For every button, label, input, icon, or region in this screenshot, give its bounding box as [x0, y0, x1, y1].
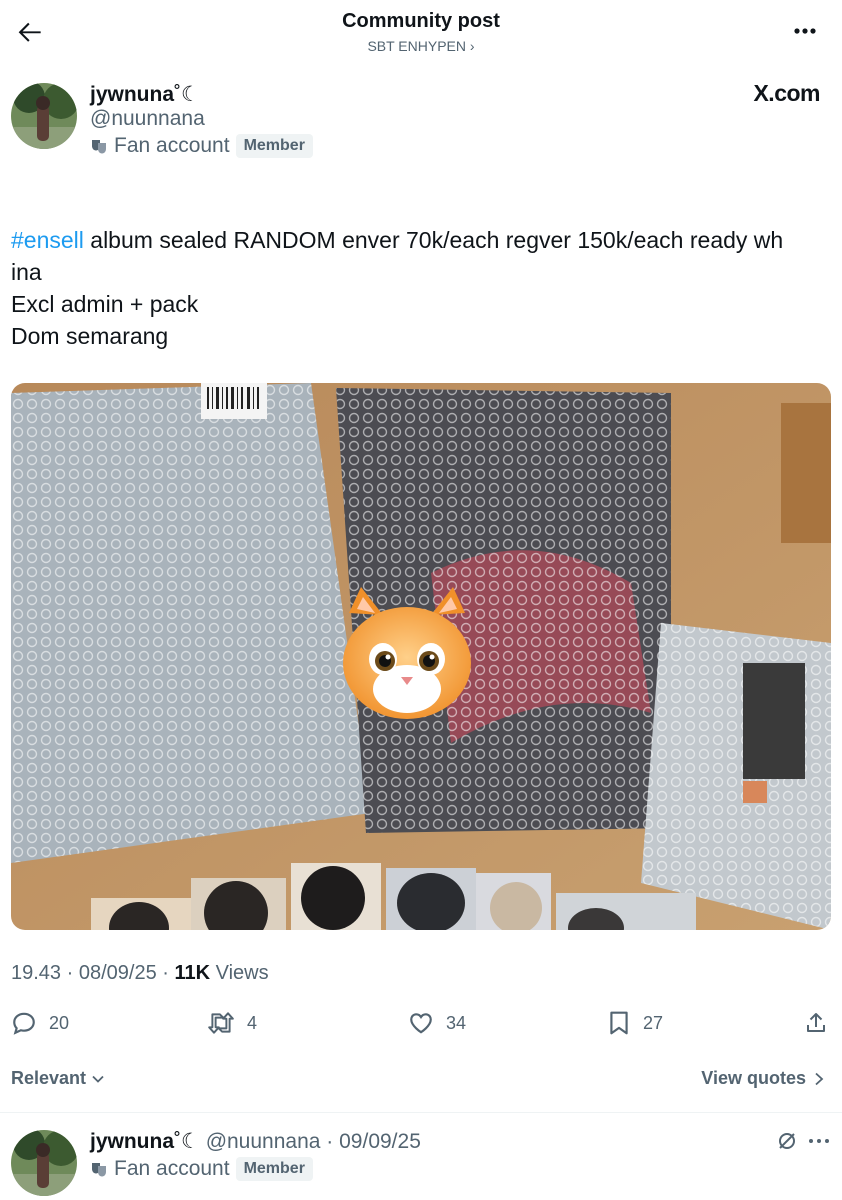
hashtag-link[interactable]: #ensell — [11, 227, 84, 253]
views-label: Views — [210, 962, 269, 984]
reply-handle[interactable]: @nuunnana — [206, 1130, 321, 1153]
tweet-line-2: ina — [11, 259, 42, 285]
tweet-line-1: album sealed RANDOM enver 70k/each regve… — [83, 227, 784, 253]
share-icon — [807, 1013, 825, 1032]
source-label: X.com — [753, 80, 820, 106]
post-date: 08/09/25 — [78, 962, 157, 984]
grok-icon — [779, 1133, 795, 1149]
author-avatar[interactable] — [11, 83, 77, 149]
more-dots-icon — [809, 1139, 829, 1143]
reply-header: jywnuna˚☾ @nuunnana · 09/09/25 — [90, 1129, 421, 1154]
masks-icon — [92, 1163, 106, 1177]
chevron-down-icon — [92, 1075, 104, 1083]
sort-dropdown[interactable]: Relevant — [11, 1068, 106, 1089]
bookmark-icon — [610, 1011, 628, 1035]
repost-button[interactable]: 4 — [207, 1010, 257, 1036]
tweet-line-3: Excl admin + pack — [11, 291, 199, 317]
reply-separator: · — [320, 1130, 340, 1153]
reply-date[interactable]: 09/09/25 — [339, 1130, 421, 1153]
author-handle[interactable]: @nuunnana — [90, 107, 205, 131]
reply-fan-account-row: Fan account Member — [90, 1157, 313, 1181]
reply-button[interactable]: 20 — [11, 1010, 69, 1036]
reply-fan-account-label: Fan account — [114, 1157, 230, 1180]
repost-count: 4 — [247, 1012, 258, 1033]
bookmark-count: 27 — [643, 1012, 664, 1033]
reply-more-button[interactable] — [806, 1130, 832, 1152]
tweet-line-4: Dom semarang — [11, 323, 169, 349]
meta-separator: · — [61, 962, 79, 984]
heart-icon — [410, 1013, 432, 1034]
more-dots-icon — [794, 28, 816, 34]
fan-account-label: Fan account — [114, 134, 230, 157]
member-badge: Member — [235, 134, 313, 158]
reply-author-name[interactable]: jywnuna — [90, 1130, 174, 1153]
reply-name-glyphs: ˚☾ — [174, 1130, 200, 1153]
page-title: Community post — [342, 10, 500, 32]
more-options-button[interactable] — [790, 16, 820, 46]
reply-count: 20 — [49, 1012, 70, 1033]
view-quotes-label: View quotes — [701, 1068, 806, 1088]
post-meta: 19.43 · 08/09/25 · 11K Views — [11, 962, 269, 985]
post-photo[interactable] — [11, 383, 831, 930]
like-button[interactable]: 34 — [408, 1010, 466, 1036]
author-name-glyphs: ˚☾ — [174, 83, 200, 106]
post-time: 19.43 — [11, 962, 62, 984]
fan-account-row: Fan account Member — [90, 134, 313, 158]
masks-icon — [92, 140, 106, 154]
bookmark-button[interactable]: 27 — [607, 1010, 663, 1036]
divider — [0, 1112, 842, 1113]
reply-icon — [13, 1012, 35, 1035]
share-button[interactable] — [804, 1010, 828, 1036]
tweet-text: #ensell album sealed RANDOM enver 70k/ea… — [11, 224, 831, 352]
sort-label: Relevant — [11, 1068, 87, 1088]
author-name[interactable]: jywnuna — [90, 83, 174, 106]
meta-separator: · — [156, 962, 175, 984]
repost-icon — [208, 1012, 234, 1034]
chevron-right-icon — [815, 1072, 824, 1085]
community-link[interactable]: SBT ENHYPEN › — [0, 38, 842, 54]
view-quotes-link[interactable]: View quotes — [701, 1068, 826, 1089]
reply-avatar[interactable] — [11, 1130, 77, 1196]
like-count: 34 — [446, 1012, 467, 1033]
reply-member-badge: Member — [235, 1157, 313, 1181]
views-count: 11K — [174, 962, 211, 984]
grok-button[interactable] — [776, 1130, 800, 1154]
